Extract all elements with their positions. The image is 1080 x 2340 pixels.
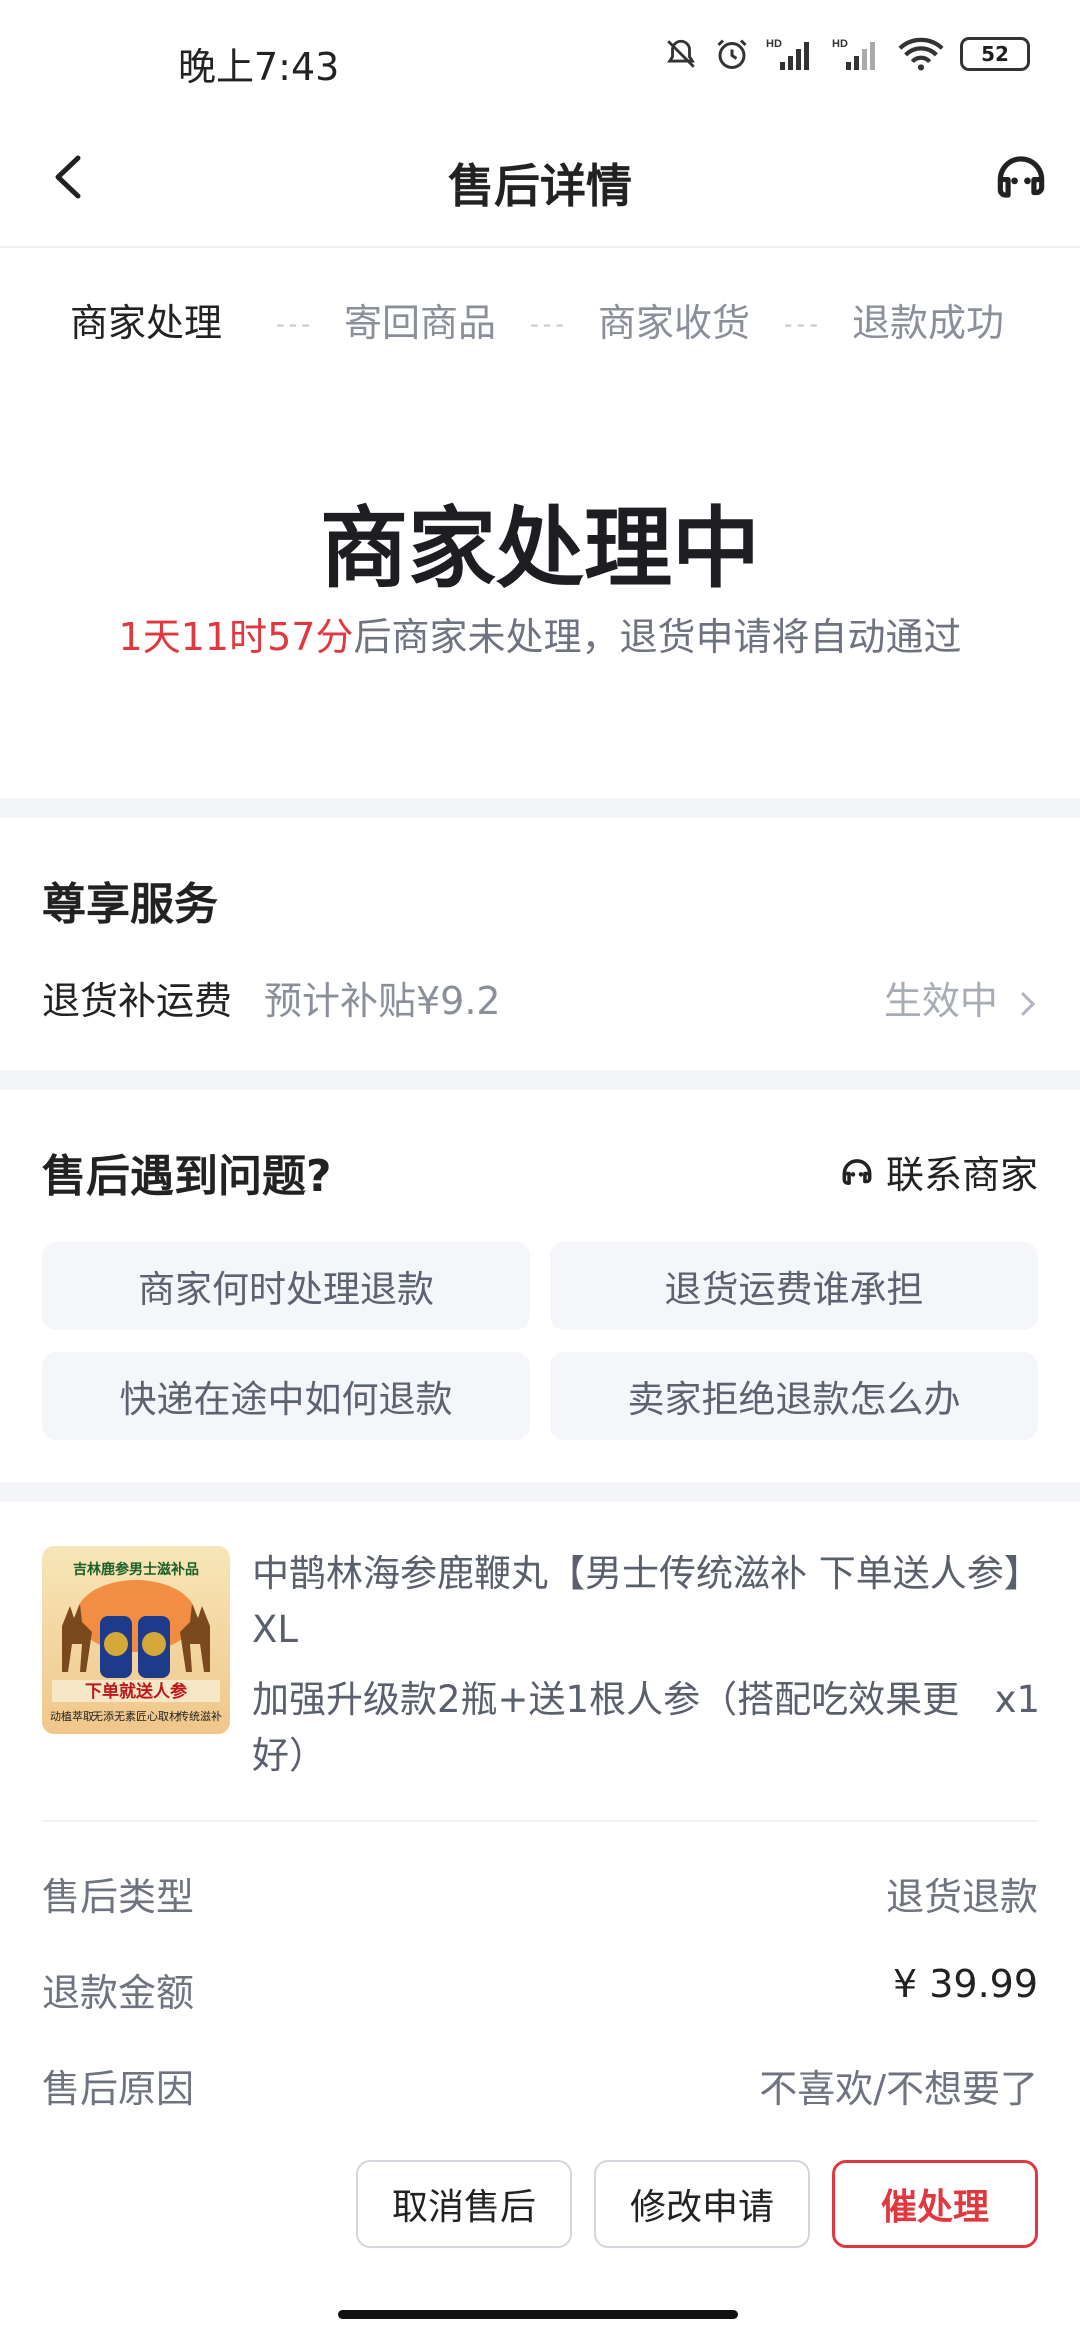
faq-refund-refused[interactable]: 卖家拒绝退款怎么办 — [550, 1352, 1038, 1440]
step-separator: --- — [784, 310, 822, 338]
home-indicator[interactable] — [338, 2310, 738, 2319]
signal-hd-2-icon: HD — [832, 38, 875, 70]
product-image: 吉林鹿参男士滋补品 下单就送人参 动植萃取 无添无素 匠心取材 传统滋补 — [42, 1546, 230, 1734]
product-thumbnail[interactable]: 吉林鹿参男士滋补品 下单就送人参 动植萃取 无添无素 匠心取材 传统滋补 — [42, 1546, 230, 1734]
svg-text:传统滋补: 传统滋补 — [178, 1710, 222, 1723]
step-separator: --- — [530, 310, 568, 338]
alarm-icon — [717, 39, 747, 69]
aftersale-reason-value: 不喜欢/不想要了 — [759, 2067, 1038, 2111]
svg-text:匠心取材: 匠心取材 — [136, 1709, 180, 1723]
step-refund-success: 退款成功 — [852, 301, 1005, 345]
countdown-text: 1天11时57分 — [118, 615, 354, 659]
modify-application-button[interactable]: 修改申请 — [594, 2160, 810, 2248]
service-status-text: 生效中 — [883, 979, 998, 1023]
status-icons: HD HD 52 — [664, 36, 1030, 72]
step-merchant-receive: 商家收货 — [598, 301, 751, 345]
section-separator — [0, 798, 1080, 818]
shipping-subsidy-row[interactable]: 退货补运费 预计补贴¥9.2 生效中 — [42, 970, 1038, 1026]
headset-icon — [842, 1158, 872, 1185]
product-name[interactable]: 中鹊林海参鹿鞭丸【男士传统滋补 下单送人参】XL — [252, 1546, 1042, 1658]
section-separator — [0, 1482, 1080, 1502]
customer-service-button[interactable] — [990, 146, 1052, 208]
svg-text:动植萃取: 动植萃取 — [50, 1709, 94, 1723]
status-title: 商家处理中 — [319, 497, 760, 600]
battery-indicator: 52 — [960, 37, 1030, 71]
faq-when-refund[interactable]: 商家何时处理退款 — [42, 1242, 530, 1330]
svg-text:HD: HD — [766, 38, 782, 50]
contact-merchant-label: 联系商家 — [885, 1153, 1038, 1197]
chevron-right-icon — [1021, 992, 1036, 1015]
product-quantity: x1 — [994, 1678, 1040, 1721]
header-divider — [0, 246, 1080, 248]
aftersale-type-value: 退货退款 — [885, 1875, 1038, 1919]
service-status: 生效中 — [884, 970, 1038, 1025]
service-desc: 预计补贴¥9.2 — [264, 979, 501, 1023]
signal-hd-icon: HD — [766, 38, 809, 70]
product-spec: 加强升级款2瓶+送1根人参（搭配吃效果更好） — [252, 1678, 960, 1777]
problems-title: 售后遇到问题? — [42, 1151, 332, 1202]
refund-amount-label: 退款金额 — [42, 1971, 195, 2015]
svg-text:吉林鹿参男士滋补品: 吉林鹿参男士滋补品 — [73, 1561, 199, 1577]
section-separator — [0, 1070, 1080, 1090]
contact-merchant-button[interactable]: 联系商家 — [838, 1144, 1038, 1199]
progress-steps: 商家处理 --- 寄回商品 --- 商家收货 --- 退款成功 — [0, 292, 1080, 352]
mute-icon — [667, 39, 695, 68]
page-title: 售后详情 — [448, 159, 632, 213]
refund-amount-value: ¥ 39.99 — [892, 1962, 1038, 2006]
aftersale-type-label: 售后类型 — [42, 1875, 195, 1919]
cancel-aftersale-button[interactable]: 取消售后 — [356, 2160, 572, 2248]
divider — [42, 1820, 1038, 1822]
svg-text:下单就送人参: 下单就送人参 — [85, 1681, 187, 1701]
step-merchant-processing: 商家处理 — [70, 301, 223, 345]
status-subtitle: 1天11时57分后商家未处理，退货申请将自动通过 — [0, 606, 1080, 661]
urge-processing-button[interactable]: 催处理 — [832, 2160, 1038, 2248]
service-section-title: 尊享服务 — [42, 879, 218, 930]
svg-text:无添无素: 无添无素 — [92, 1709, 136, 1723]
headset-icon — [997, 156, 1045, 198]
step-separator: --- — [276, 310, 314, 338]
countdown-suffix: 后商家未处理，退货申请将自动通过 — [353, 615, 962, 659]
faq-in-transit-refund[interactable]: 快递在途中如何退款 — [42, 1352, 530, 1440]
service-label: 退货补运费 — [42, 979, 233, 1023]
wifi-icon — [898, 37, 944, 71]
faq-shipping-fee[interactable]: 退货运费谁承担 — [550, 1242, 1038, 1330]
step-return-goods: 寄回商品 — [344, 301, 497, 345]
svg-text:HD: HD — [832, 38, 848, 50]
aftersale-reason-label: 售后原因 — [42, 2067, 195, 2111]
status-time: 晚上7:43 — [178, 45, 340, 89]
